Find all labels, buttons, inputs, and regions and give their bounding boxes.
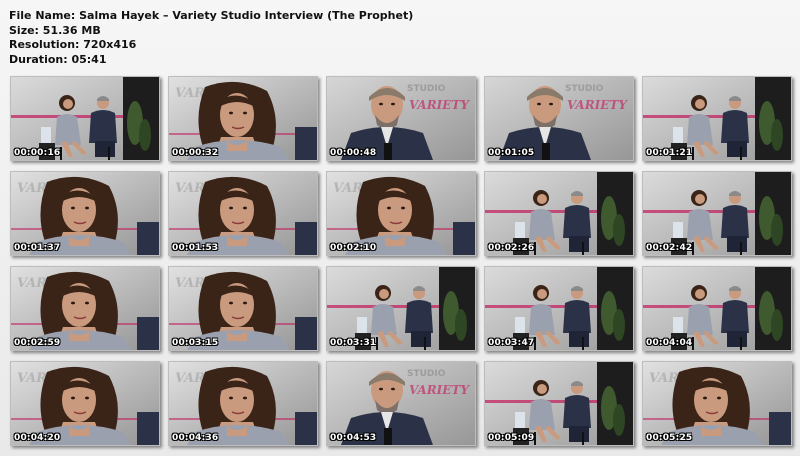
timestamp: 00:02:10 (330, 243, 377, 253)
thumbnail: 00:01:21 (642, 76, 792, 161)
svg-text:VARIETY: VARIETY (409, 383, 470, 397)
timestamp: 00:02:42 (646, 243, 693, 253)
thumbnail: 00:03:31 (326, 266, 476, 351)
thumbnail: 00:05:09 (484, 361, 634, 446)
timestamp: 00:03:47 (488, 338, 535, 348)
timestamp: 00:04:04 (646, 338, 693, 348)
timestamp: 00:02:26 (488, 243, 535, 253)
timestamp: 00:02:59 (14, 338, 61, 348)
timestamp: 00:01:53 (172, 243, 219, 253)
thumbnail: VARIETY 00:02:59 (10, 266, 160, 351)
thumbnail: VARIETY 00:04:36 (168, 361, 318, 446)
svg-text:STUDIO: STUDIO (407, 84, 446, 94)
thumbnail: 00:02:42 (642, 171, 792, 256)
timestamp: 00:01:37 (14, 243, 61, 253)
thumbnail-grid: 00:00:16 VARIETY (0, 0, 800, 456)
timestamp: 00:00:32 (172, 148, 219, 158)
svg-text:STUDIO: STUDIO (407, 369, 446, 379)
thumbnail: VARIETY 00:01:37 (10, 171, 160, 256)
thumbnail: VARIETY 00:00:32 (168, 76, 318, 161)
timestamp: 00:00:16 (14, 148, 61, 158)
timestamp: 00:04:20 (14, 433, 61, 443)
thumbnail: STUDIO VARIETY 00:04:53 (326, 361, 476, 446)
timestamp: 00:05:09 (488, 433, 535, 443)
thumbnail: VARIETY 00:02:10 (326, 171, 476, 256)
timestamp: 00:03:15 (172, 338, 219, 348)
svg-text:VARIETY: VARIETY (409, 98, 470, 112)
svg-text:STUDIO: STUDIO (565, 84, 604, 94)
thumbnail: 00:00:16 (10, 76, 160, 161)
thumbnail: 00:04:04 (642, 266, 792, 351)
thumbnail: STUDIO VARIETY 00:01:05 (484, 76, 634, 161)
thumbnail: 00:02:26 (484, 171, 634, 256)
svg-text:VARIETY: VARIETY (567, 98, 628, 112)
timestamp: 00:01:05 (488, 148, 535, 158)
timestamp: 00:00:48 (330, 148, 377, 158)
thumbnail: STUDIO VARIETY 00:00:48 (326, 76, 476, 161)
thumbnail: VARIETY 00:03:15 (168, 266, 318, 351)
timestamp: 00:03:31 (330, 338, 377, 348)
timestamp: 00:05:25 (646, 433, 693, 443)
thumbnail: 00:03:47 (484, 266, 634, 351)
thumbnail: VARIETY 00:04:20 (10, 361, 160, 446)
timestamp: 00:04:53 (330, 433, 377, 443)
timestamp: 00:01:21 (646, 148, 693, 158)
thumbnail: VARIETY 00:05:25 (642, 361, 792, 446)
thumbnail: VARIETY 00:01:53 (168, 171, 318, 256)
timestamp: 00:04:36 (172, 433, 219, 443)
